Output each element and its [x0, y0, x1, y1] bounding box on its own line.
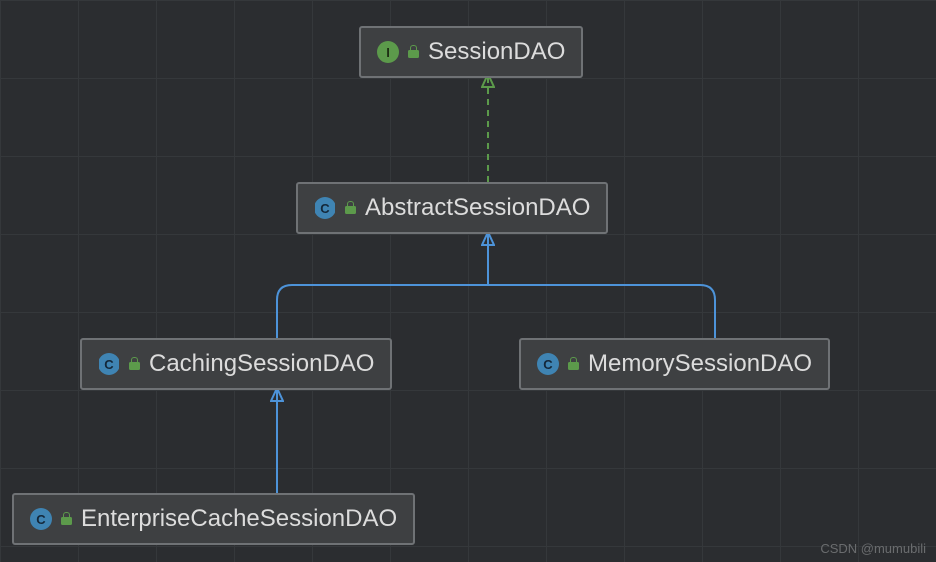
node-label: AbstractSessionDAO — [365, 194, 590, 222]
grid-background — [0, 0, 936, 562]
class-icon: C — [30, 508, 52, 530]
node-abstract-session-dao[interactable]: C AbstractSessionDAO — [296, 182, 608, 234]
node-label: MemorySessionDAO — [588, 350, 812, 378]
lock-icon — [60, 512, 73, 526]
class-icon: C — [537, 353, 559, 375]
interface-icon: I — [377, 41, 399, 63]
node-label: CachingSessionDAO — [149, 350, 374, 378]
node-label: EnterpriseCacheSessionDAO — [81, 505, 397, 533]
node-caching-session-dao[interactable]: C CachingSessionDAO — [80, 338, 392, 390]
node-session-dao[interactable]: I SessionDAO — [359, 26, 583, 78]
node-memory-session-dao[interactable]: C MemorySessionDAO — [519, 338, 830, 390]
lock-icon — [407, 45, 420, 59]
node-enterprise-cache-session-dao[interactable]: C EnterpriseCacheSessionDAO — [12, 493, 415, 545]
node-label: SessionDAO — [428, 38, 565, 66]
abstract-class-icon: C — [98, 353, 120, 375]
lock-icon — [567, 357, 580, 371]
lock-icon — [344, 201, 357, 215]
watermark: CSDN @mumubili — [820, 541, 926, 556]
lock-icon — [128, 357, 141, 371]
abstract-class-icon: C — [314, 197, 336, 219]
